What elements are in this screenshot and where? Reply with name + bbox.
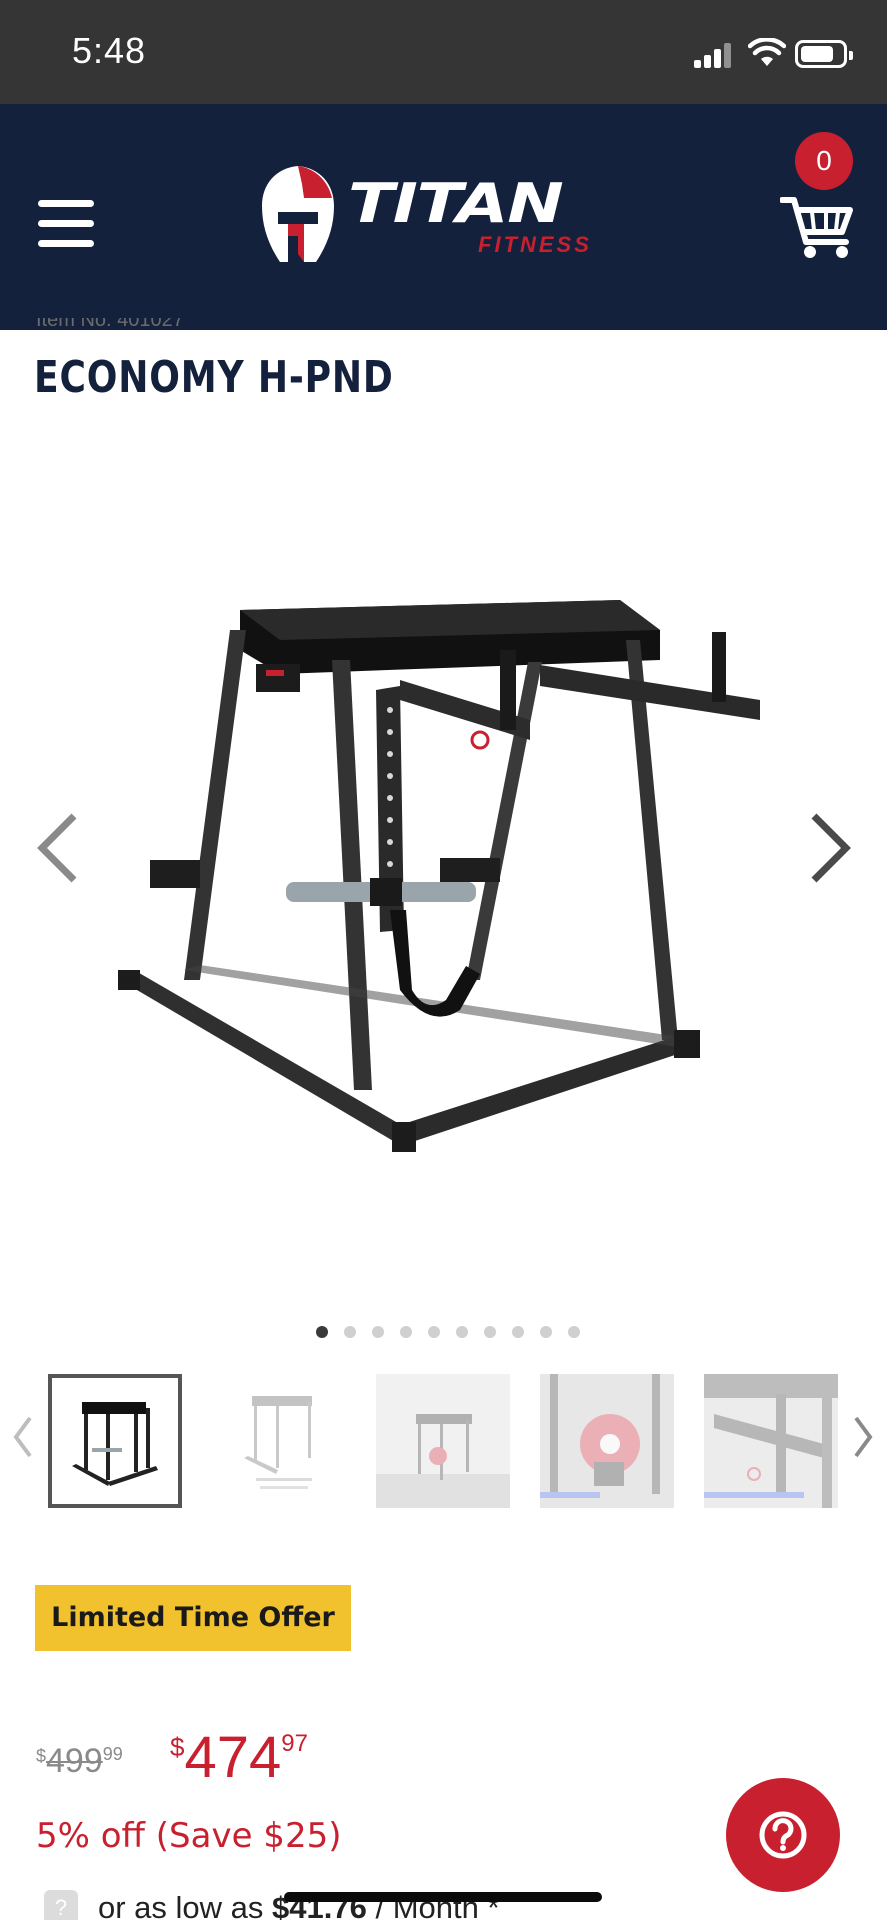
item-number: Item No. 401027 xyxy=(36,318,184,330)
gallery-dot[interactable] xyxy=(456,1326,468,1338)
thumbnail-image xyxy=(244,1396,312,1489)
gallery-dot[interactable] xyxy=(400,1326,412,1338)
gallery-dot[interactable] xyxy=(568,1326,580,1338)
original-price-cents: 99 xyxy=(102,1744,123,1764)
thumbnail[interactable] xyxy=(540,1374,674,1508)
discount-text: 5% off (Save $25) xyxy=(36,1816,342,1856)
cart-count-badge[interactable]: 0 xyxy=(795,132,853,190)
product-image[interactable] xyxy=(100,570,790,1170)
chevron-left-icon[interactable] xyxy=(30,808,84,888)
logo-subtitle: FITNESS xyxy=(478,232,592,257)
thumbnail[interactable] xyxy=(376,1374,510,1508)
cart-icon[interactable] xyxy=(780,180,854,260)
original-price-amount: 499 xyxy=(46,1742,103,1780)
gallery-dot[interactable] xyxy=(428,1326,440,1338)
thumbnail-strip xyxy=(0,1370,887,1510)
help-button[interactable] xyxy=(726,1778,840,1892)
logo-wordmark: TITAN xyxy=(348,172,564,235)
thumbnail[interactable] xyxy=(216,1374,350,1508)
original-price-currency: $ xyxy=(36,1746,47,1766)
gallery-dot[interactable] xyxy=(512,1326,524,1338)
financing-prefix: or as low as xyxy=(98,1890,264,1920)
gallery-dot[interactable] xyxy=(316,1326,328,1338)
home-indicator xyxy=(284,1892,602,1902)
gallery-dots xyxy=(316,1326,580,1340)
product-title: ECONOMY H-PND xyxy=(34,352,394,403)
sale-price: $47497 xyxy=(170,1724,308,1791)
gallery-dot[interactable] xyxy=(372,1326,384,1338)
thumbnail[interactable] xyxy=(704,1374,838,1508)
gallery-dot[interactable] xyxy=(344,1326,356,1338)
menu-button[interactable] xyxy=(38,200,96,247)
status-bar: 5:48 xyxy=(0,0,887,104)
wifi-icon xyxy=(748,38,786,66)
question-icon xyxy=(759,1811,807,1859)
thumbnail-image xyxy=(704,1374,838,1508)
original-price: $49999 xyxy=(36,1742,123,1781)
sale-price-amount: 474 xyxy=(184,1725,282,1790)
thumbnail-image xyxy=(376,1414,510,1508)
thumbnail-image xyxy=(72,1402,158,1486)
sale-price-cents: 97 xyxy=(281,1730,308,1757)
limited-offer-badge: Limited Time Offer xyxy=(35,1585,351,1651)
signal-icon xyxy=(694,42,734,68)
product-page: 5:48 TITAN FITNESS 0 Item No. 401027 ECO… xyxy=(0,0,887,1920)
gallery-dot[interactable] xyxy=(484,1326,496,1338)
thumb-prev-icon[interactable] xyxy=(8,1412,38,1462)
sale-price-currency: $ xyxy=(170,1732,185,1762)
titan-logo[interactable]: TITAN FITNESS xyxy=(258,162,630,266)
thumb-next-icon[interactable] xyxy=(848,1412,878,1462)
battery-icon xyxy=(795,40,853,68)
status-time: 5:48 xyxy=(72,30,147,71)
thumbnail[interactable] xyxy=(48,1374,182,1508)
chevron-right-icon[interactable] xyxy=(804,808,858,888)
helmet-logo-icon xyxy=(262,166,334,262)
info-icon[interactable]: ? xyxy=(44,1890,78,1920)
site-header: TITAN FITNESS 0 xyxy=(0,104,887,330)
hamburger-icon xyxy=(38,200,94,207)
gallery-dot[interactable] xyxy=(540,1326,552,1338)
thumbnail-image xyxy=(540,1374,674,1508)
